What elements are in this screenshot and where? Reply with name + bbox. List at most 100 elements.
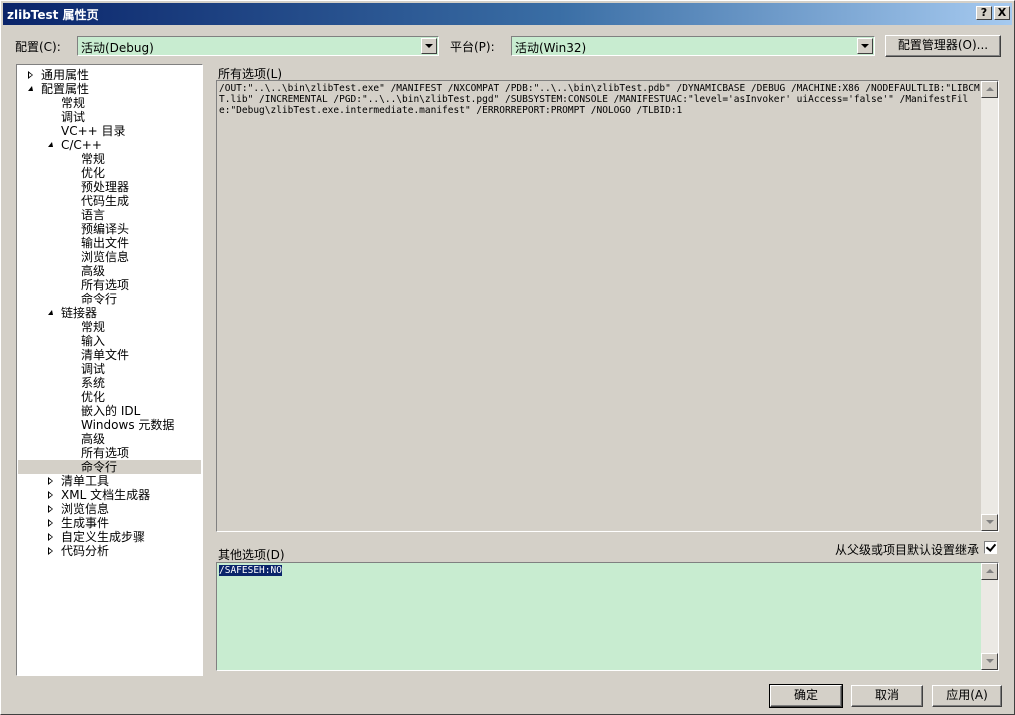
tree-item-label: 通用属性	[41, 68, 90, 82]
chevron-down-icon[interactable]	[857, 38, 873, 54]
title-bar[interactable]: zlibTest 属性页 ? X	[3, 3, 1012, 25]
chevron-down-icon[interactable]	[421, 38, 437, 54]
other-options-text: /SAFESEH:NO	[219, 565, 282, 576]
tree-item[interactable]: 调试	[18, 362, 201, 376]
tree-item[interactable]: 代码分析	[18, 544, 201, 558]
expand-icon[interactable]	[48, 533, 53, 541]
config-manager-button[interactable]: 配置管理器(O)...	[885, 35, 1001, 57]
tree-item[interactable]: 清单文件	[18, 348, 201, 362]
other-options-scrollbar[interactable]	[981, 563, 998, 670]
tree-item[interactable]: 所有选项	[18, 278, 201, 292]
tree-item-label: 调试	[61, 110, 86, 124]
expand-icon[interactable]	[48, 477, 53, 485]
tree-item[interactable]: 通用属性	[18, 68, 201, 82]
tree-item[interactable]: 常规	[18, 320, 201, 334]
all-options-text: /OUT:"..\..\bin\zlibTest.exe" /MANIFEST …	[219, 83, 980, 116]
expand-icon[interactable]	[48, 491, 53, 499]
close-button[interactable]: X	[994, 6, 1010, 20]
tree-item-label: VC++ 目录	[61, 124, 126, 138]
config-dropdown[interactable]: 活动(Debug)	[77, 36, 439, 56]
inherit-checkbox[interactable]	[984, 541, 997, 554]
tree-item-label: 所有选项	[81, 446, 130, 460]
tree-item[interactable]: 优化	[18, 166, 201, 180]
tree-item[interactable]: 常规	[18, 152, 201, 166]
platform-dropdown[interactable]: 活动(Win32)	[511, 36, 875, 56]
expand-icon[interactable]	[48, 519, 53, 527]
expand-icon[interactable]	[48, 505, 53, 513]
tree-item-label: XML 文档生成器	[61, 488, 151, 502]
tree-item[interactable]: 预编译头	[18, 222, 201, 236]
tree-item[interactable]: C/C++	[18, 138, 201, 152]
other-options-textarea[interactable]: /SAFESEH:NO	[216, 562, 999, 671]
tree-item[interactable]: 高级	[18, 432, 201, 446]
scroll-up-icon[interactable]	[981, 81, 998, 98]
tree-item-label: 命令行	[81, 460, 118, 474]
expand-icon[interactable]	[28, 71, 33, 79]
all-options-scrollbar[interactable]	[981, 81, 998, 531]
tree-item-label: 代码生成	[81, 194, 130, 208]
tree-item[interactable]: 常规	[18, 96, 201, 110]
tree-item[interactable]: 清单工具	[18, 474, 201, 488]
scroll-down-icon[interactable]	[981, 653, 998, 670]
tree-item[interactable]: Windows 元数据	[18, 418, 201, 432]
tree-item-label: 嵌入的 IDL	[81, 404, 141, 418]
inherit-label: 从父级或项目默认设置继承	[835, 543, 980, 557]
tree-item[interactable]: 高级	[18, 264, 201, 278]
tree-item-label: C/C++	[61, 138, 102, 152]
platform-label: 平台(P):	[450, 40, 495, 54]
tree-item-label: 自定义生成步骤	[61, 530, 146, 544]
tree-item-label: 代码分析	[61, 544, 110, 558]
tree-item[interactable]: 语言	[18, 208, 201, 222]
tree-item[interactable]: 配置属性	[18, 82, 201, 96]
config-label: 配置(C):	[15, 40, 61, 54]
tree-item[interactable]: 预处理器	[18, 180, 201, 194]
tree-item-label: 常规	[81, 152, 106, 166]
tree-item-label: Windows 元数据	[81, 418, 175, 432]
tree-item[interactable]: 自定义生成步骤	[18, 530, 201, 544]
tree-item-label: 清单工具	[61, 474, 110, 488]
tree-item[interactable]: XML 文档生成器	[18, 488, 201, 502]
collapse-icon[interactable]	[48, 310, 53, 315]
expand-icon[interactable]	[48, 547, 53, 555]
tree-item[interactable]: 命令行	[18, 460, 201, 474]
tree-item[interactable]: 链接器	[18, 306, 201, 320]
tree-item-label: 输入	[81, 334, 106, 348]
tree-item[interactable]: 调试	[18, 110, 201, 124]
scroll-up-icon[interactable]	[981, 563, 998, 580]
platform-value: 活动(Win32)	[515, 41, 587, 55]
tree-item[interactable]: 输入	[18, 334, 201, 348]
tree-item-label: 预处理器	[81, 180, 130, 194]
tree-item-label: 语言	[81, 208, 106, 222]
tree-item-label: 浏览信息	[61, 502, 110, 516]
cancel-button[interactable]: 取消	[851, 685, 923, 707]
tree-item[interactable]: 输出文件	[18, 236, 201, 250]
tree-item-label: 高级	[81, 264, 106, 278]
tree-item[interactable]: VC++ 目录	[18, 124, 201, 138]
tree-item-label: 清单文件	[81, 348, 130, 362]
window-title: zlibTest 属性页	[7, 8, 99, 22]
collapse-icon[interactable]	[28, 86, 33, 91]
tree-item-label: 输出文件	[81, 236, 130, 250]
tree-item[interactable]: 浏览信息	[18, 250, 201, 264]
ok-button[interactable]: 确定	[769, 684, 843, 708]
tree-item-label: 系统	[81, 376, 106, 390]
tree-item[interactable]: 嵌入的 IDL	[18, 404, 201, 418]
apply-button[interactable]: 应用(A)	[932, 685, 1002, 707]
tree-item-label: 常规	[81, 320, 106, 334]
tree-item[interactable]: 优化	[18, 390, 201, 404]
collapse-icon[interactable]	[48, 142, 53, 147]
tree-item[interactable]: 浏览信息	[18, 502, 201, 516]
tree-item-label: 生成事件	[61, 516, 110, 530]
property-tree[interactable]: 通用属性 配置属性 常规 调试 VC++ 目录 C/C++ 常规 优化 预处理器 代码生成 语言 预编…	[16, 64, 203, 676]
tree-item[interactable]: 系统	[18, 376, 201, 390]
tree-item-label: 所有选项	[81, 278, 130, 292]
scroll-down-icon[interactable]	[981, 514, 998, 531]
tree-item[interactable]: 命令行	[18, 292, 201, 306]
config-value: 活动(Debug)	[81, 41, 154, 55]
help-button[interactable]: ?	[976, 6, 992, 20]
all-options-textarea[interactable]: /OUT:"..\..\bin\zlibTest.exe" /MANIFEST …	[216, 80, 999, 532]
tree-item[interactable]: 所有选项	[18, 446, 201, 460]
tree-item-label: 调试	[81, 362, 106, 376]
tree-item[interactable]: 代码生成	[18, 194, 201, 208]
tree-item[interactable]: 生成事件	[18, 516, 201, 530]
